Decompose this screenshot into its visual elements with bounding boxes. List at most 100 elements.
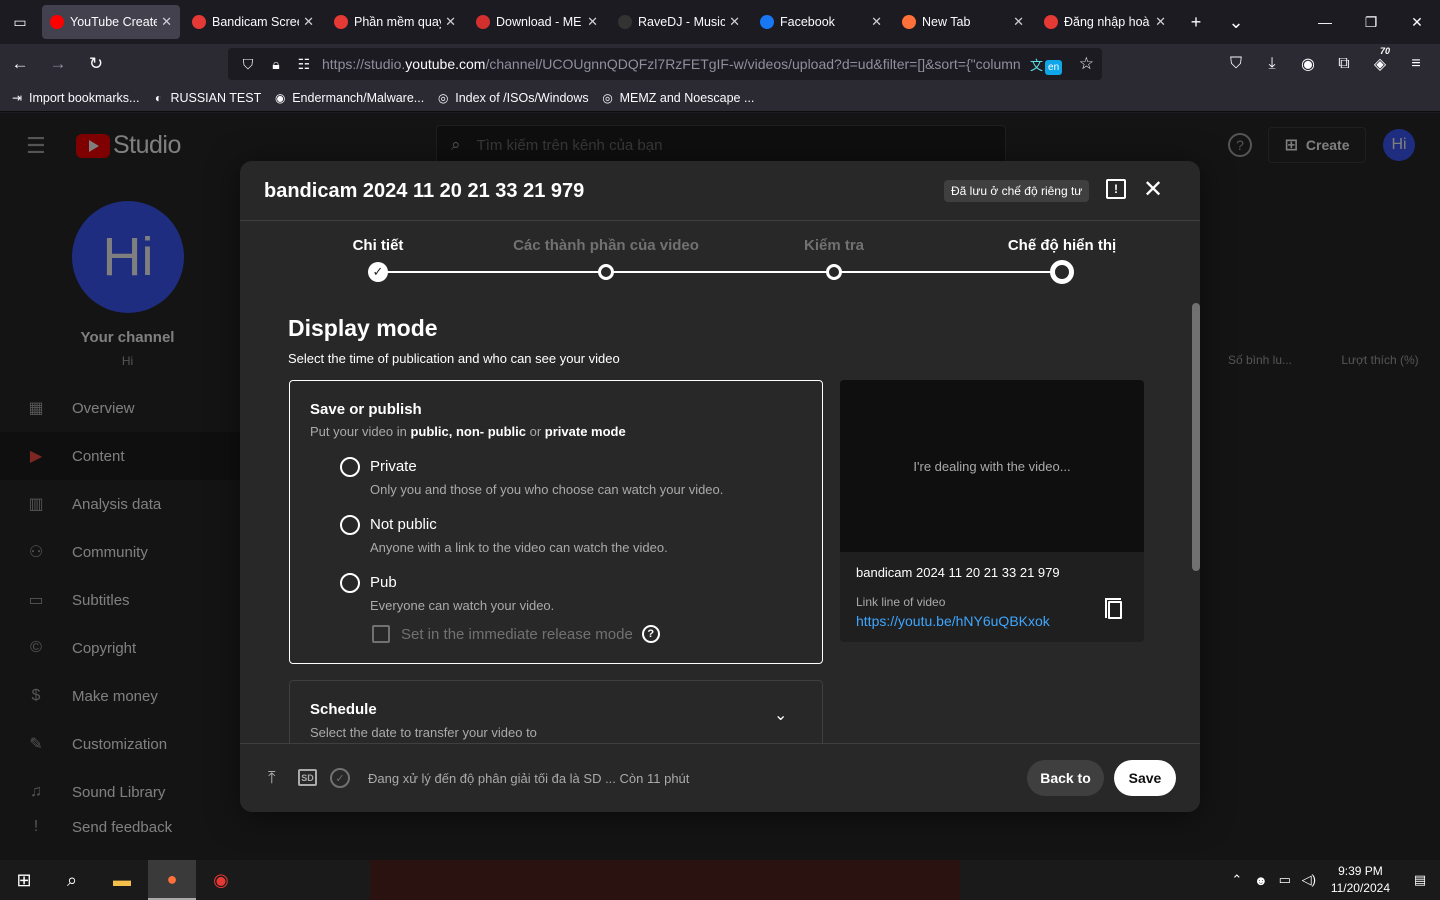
radio-button[interactable]	[340, 573, 360, 593]
browser-tab[interactable]: Facebook ✕	[752, 5, 890, 39]
dialog-scrollbar[interactable]	[1192, 303, 1200, 571]
permissions-icon[interactable]: ☷	[290, 56, 318, 73]
bandicam-icon[interactable]: ◉	[197, 860, 245, 900]
import-icon: ⇥	[11, 90, 23, 105]
pocket-icon[interactable]: ⛉	[1218, 55, 1254, 73]
help-question-icon[interactable]: ?	[641, 625, 660, 643]
browser-tab[interactable]: RaveDJ - Music ✕	[610, 5, 748, 39]
new-tab-button[interactable]: +	[1176, 12, 1216, 33]
bookmark-item[interactable]: ◉ Endermanch/Malware...	[273, 91, 424, 105]
windows-start-icon[interactable]: ⊞	[0, 860, 48, 900]
tab-close-icon[interactable]: ✕	[1155, 14, 1166, 30]
lock-icon[interactable]: 🔒︎	[262, 56, 290, 73]
checks-status-icon[interactable]: ✓	[330, 768, 350, 788]
tab-close-icon[interactable]: ✕	[445, 14, 456, 30]
radio-button[interactable]	[340, 515, 360, 535]
app-menu-icon[interactable]: ≡	[1398, 55, 1434, 73]
immediate-release-checkbox[interactable]	[372, 625, 390, 643]
tab-close-icon[interactable]: ✕	[587, 14, 598, 30]
browser-tab[interactable]: YouTube Create ✕	[42, 5, 180, 39]
file-explorer-icon[interactable]: ▬	[98, 860, 146, 900]
url-bar[interactable]: ⛉ 🔒︎ ☷ https://studio.youtube.com/channe…	[228, 48, 1102, 80]
tab-close-icon[interactable]: ✕	[729, 14, 740, 30]
shield-icon[interactable]: ⛉	[234, 56, 262, 73]
schedule-card[interactable]: Schedule Select the date to transfer you…	[289, 680, 823, 743]
tab-close-icon[interactable]: ✕	[161, 14, 172, 30]
translate-icon[interactable]: 文 en	[1030, 55, 1063, 75]
list-all-tabs-button[interactable]: ⌄	[1216, 12, 1256, 33]
radio-button[interactable]	[340, 457, 360, 477]
step-label[interactable]: Chế độ hiển thị	[1008, 237, 1116, 254]
radio-desc: Everyone can watch your video.	[370, 598, 555, 613]
notifications-icon[interactable]: ▤	[1400, 872, 1440, 888]
browser-nav-bar: ← → ↻ ⛉ 🔒︎ ☷ https://studio.youtube.com/…	[0, 44, 1440, 84]
immediate-release-row: Set in the immediate release mode ?	[372, 625, 660, 643]
step-label[interactable]: Chi tiết	[353, 237, 404, 254]
close-dialog-icon[interactable]: ✕	[1143, 175, 1163, 204]
browser-tab[interactable]: Đăng nhập hoà ✕	[1036, 5, 1174, 39]
close-window-button[interactable]: ✕	[1394, 0, 1440, 44]
bookmark-item[interactable]: ⇥ Import bookmarks...	[10, 91, 139, 105]
dialog-footer: ⤒ SD ✓ Đang xử lý đến độ phân giải tối đ…	[240, 743, 1200, 812]
back-button[interactable]: Back to	[1027, 760, 1104, 796]
user-tray-icon[interactable]: ☻	[1249, 873, 1273, 888]
browser-tab[interactable]: Phần mềm quay ✕	[326, 5, 464, 39]
step-dot[interactable]	[598, 264, 614, 280]
step-label[interactable]: Các thành phần của video	[513, 237, 699, 254]
tab-label: Phần mềm quay	[354, 15, 442, 29]
step-check-icon[interactable]: ✓	[368, 262, 388, 282]
bookmark-label: MEMZ and Noescape ...	[619, 90, 755, 105]
url-text[interactable]: https://studio.youtube.com/channel/UCOUg…	[322, 56, 1022, 72]
browser-tab[interactable]: Download - ME ✕	[468, 5, 606, 39]
chevron-down-icon[interactable]: ⌄	[774, 705, 787, 725]
preview-video-name: bandicam 2024 11 20 21 33 21 979	[856, 565, 1060, 580]
bookmark-star-icon[interactable]: ☆	[1079, 54, 1094, 74]
volume-icon[interactable]: ◁)	[1297, 872, 1321, 888]
addon-icon[interactable]: ◈ 70	[1362, 46, 1398, 74]
clock[interactable]: 9:39 PM 11/20/2024	[1331, 863, 1390, 897]
account-icon[interactable]: ◉	[1290, 54, 1326, 74]
upload-icon[interactable]: ⤒	[268, 768, 276, 788]
tab-strip: YouTube Create ✕ Bandicam Scree ✕ Phần mềm q…	[40, 5, 1176, 39]
firefox-icon[interactable]: ●	[148, 860, 196, 900]
clock-time: 9:39 PM	[1338, 864, 1383, 878]
clock-date: 11/20/2024	[1330, 881, 1390, 895]
bookmark-label: RUSSIAN TEST	[170, 90, 262, 105]
search-icon[interactable]: ⌕	[48, 860, 96, 900]
bookmark-item[interactable]: ◐ RUSSIAN TEST	[151, 91, 261, 105]
forward-button[interactable]: →	[40, 48, 76, 80]
tab-label: New Tab	[922, 15, 971, 29]
tab-label: Facebook	[780, 15, 835, 29]
tab-close-icon[interactable]: ✕	[871, 14, 882, 30]
tab-list-icon[interactable]: ▭	[0, 0, 40, 44]
network-icon[interactable]: ▭	[1273, 872, 1297, 888]
step-dot[interactable]	[826, 264, 842, 280]
tab-favicon-icon	[334, 15, 348, 29]
extensions-icon[interactable]: ⧉	[1326, 55, 1362, 73]
bookmark-label: Import bookmarks...	[29, 90, 140, 105]
sd-quality-icon[interactable]: SD	[298, 769, 317, 786]
downloads-icon[interactable]: ⤓	[1254, 55, 1290, 73]
tab-label: Đăng nhập hoà	[1064, 15, 1150, 29]
browser-tab[interactable]: Bandicam Scree ✕	[184, 5, 322, 39]
bookmarks-toolbar: ⇥ Import bookmarks... ◐ RUSSIAN TEST ◉ Enderm…	[0, 84, 1440, 112]
save-button[interactable]: Save	[1114, 760, 1176, 796]
tab-close-icon[interactable]: ✕	[1013, 14, 1024, 30]
bookmark-item[interactable]: ◎ Index of /ISOs/Windows	[436, 91, 589, 105]
radio-desc: Anyone with a link to the video can watc…	[370, 540, 668, 555]
reload-button[interactable]: ↻	[78, 48, 114, 80]
schedule-title: Schedule	[310, 701, 377, 718]
minimize-button[interactable]: —	[1302, 0, 1348, 44]
video-link[interactable]: https://youtu.be/hNY6uQBKxok	[856, 613, 1050, 629]
back-button[interactable]: ←	[2, 48, 38, 80]
tray-chevron-up-icon[interactable]: ⌃	[1225, 872, 1249, 888]
browser-tab[interactable]: New Tab ✕	[894, 5, 1032, 39]
bookmark-item[interactable]: ◎ MEMZ and Noescape ...	[601, 90, 755, 105]
tab-close-icon[interactable]: ✕	[303, 14, 314, 30]
step-dot[interactable]	[1050, 260, 1074, 284]
report-issue-icon[interactable]: !	[1106, 179, 1126, 199]
restore-button[interactable]: ❐	[1348, 0, 1394, 44]
copy-icon[interactable]	[1105, 598, 1122, 619]
tab-favicon-icon	[760, 15, 774, 29]
step-label[interactable]: Kiểm tra	[804, 237, 864, 254]
